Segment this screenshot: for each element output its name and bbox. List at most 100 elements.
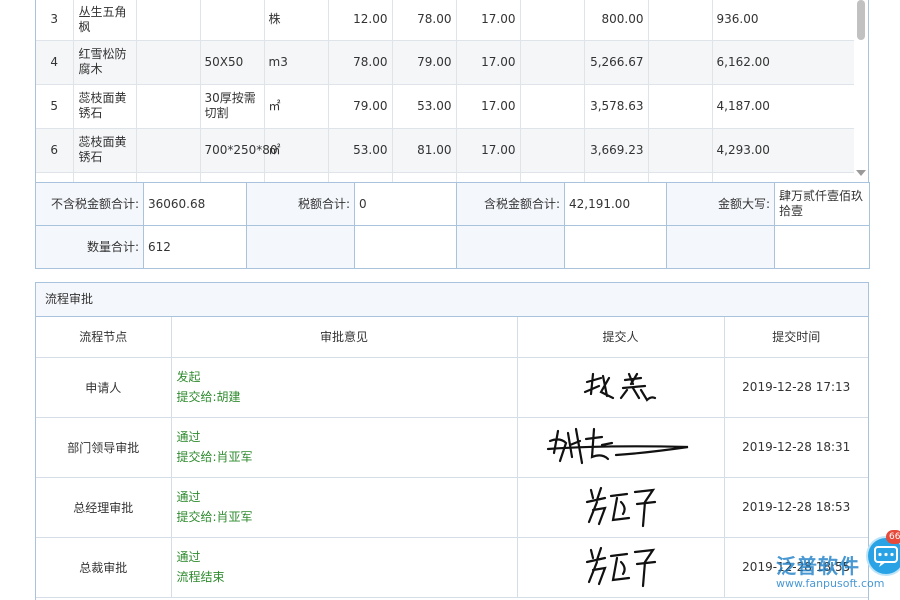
- row-number: 3: [36, 0, 73, 40]
- cell-blank: [520, 128, 584, 172]
- cell-blank: [565, 226, 667, 269]
- unit: ㎡: [264, 128, 328, 172]
- unit-price: 78.00: [392, 0, 456, 40]
- signature-image: [581, 368, 661, 404]
- brand-url: www.fanpusoft.com: [776, 577, 898, 590]
- flow-node: 总经理审批: [36, 477, 171, 537]
- cell-blank: [136, 40, 200, 84]
- unit-price: 81.00: [392, 128, 456, 172]
- header-opinion: 审批意见: [171, 317, 517, 357]
- chat-unread-badge: 66: [886, 530, 900, 544]
- signature-image: [583, 544, 659, 588]
- approval-row: 申请人 发起 提交给:胡建 2019-12-28 17:13: [36, 357, 868, 417]
- cell-blank: [648, 40, 712, 84]
- totals-table: 不含税金额合计: 36060.68 税额合计: 0 含税金额合计: 42,191…: [35, 182, 870, 269]
- submitter-signature: [517, 417, 724, 477]
- cell-blank: [136, 0, 200, 40]
- amount-excl-tax: 800.00: [584, 0, 648, 40]
- cell-blank: [136, 84, 200, 128]
- table-row-partial: [36, 172, 854, 182]
- row-number: 5: [36, 84, 73, 128]
- approval-opinion: 通过 流程结束: [171, 537, 517, 597]
- opinion-action: 发起: [177, 367, 517, 387]
- header-submitter: 提交人: [517, 317, 724, 357]
- header-node: 流程节点: [36, 317, 171, 357]
- submit-time: 2019-12-28 18:53: [724, 477, 868, 537]
- material-name: 蕊枝面黄锈石: [73, 128, 136, 172]
- cell-blank: [648, 0, 712, 40]
- cell-blank: [520, 84, 584, 128]
- opinion-target: 提交给:肖亚军: [177, 507, 517, 527]
- cell-blank: [520, 40, 584, 84]
- specification: 30厚按需切割: [200, 84, 264, 128]
- quantity: 53.00: [328, 128, 392, 172]
- tax-total-label: 税额合计:: [247, 183, 355, 226]
- scroll-down-arrow-icon[interactable]: [856, 170, 866, 176]
- tax-rate: 17.00: [456, 128, 520, 172]
- specification: 700*250*80: [200, 128, 264, 172]
- scrollbar-thumb[interactable]: [857, 0, 865, 40]
- material-name: 蕊枝面黄锈石: [73, 84, 136, 128]
- submit-time: 2019-12-28 18:31: [724, 417, 868, 477]
- incl-tax-total-label: 含税金额合计:: [457, 183, 565, 226]
- amount-uppercase-label: 金额大写:: [667, 183, 775, 226]
- flow-node: 申请人: [36, 357, 171, 417]
- tax-rate: 17.00: [456, 84, 520, 128]
- opinion-action: 通过: [177, 427, 517, 447]
- amount-excl-tax: 3,578.63: [584, 84, 648, 128]
- submitter-signature: [517, 357, 724, 417]
- approval-opinion: 发起 提交给:胡建: [171, 357, 517, 417]
- approval-row: 总经理审批 通过 提交给:肖亚军 2019-12-28 18:53: [36, 477, 868, 537]
- row-number: 4: [36, 40, 73, 84]
- unit-price: 53.00: [392, 84, 456, 128]
- header-time: 提交时间: [724, 317, 868, 357]
- approval-title: 流程审批: [36, 283, 868, 317]
- specification: 50X50: [200, 40, 264, 84]
- quantity-total-value: 612: [144, 226, 247, 269]
- amount-incl-tax: 6,162.00: [712, 40, 854, 84]
- tax-rate: 17.00: [456, 40, 520, 84]
- approval-row: 总裁审批 通过 流程结束 2019-12-28 18:55: [36, 537, 868, 597]
- flow-node: 部门领导审批: [36, 417, 171, 477]
- cell-blank: [775, 226, 870, 269]
- approval-row: 部门领导审批 通过 提交给:肖亚军 2019-12-28 18:31: [36, 417, 868, 477]
- cell-blank: [355, 226, 457, 269]
- cell-blank: [648, 128, 712, 172]
- opinion-action: 通过: [177, 547, 517, 567]
- approval-opinion: 通过 提交给:肖亚军: [171, 477, 517, 537]
- amount-incl-tax: 936.00: [712, 0, 854, 40]
- amount-uppercase-value: 肆万贰仟壹佰玖拾壹: [775, 183, 870, 226]
- approval-opinion: 通过 提交给:肖亚军: [171, 417, 517, 477]
- items-table-container: 3 丛生五角枫 株 12.00 78.00 17.00 800.00 936.0…: [35, 0, 869, 182]
- opinion-target: 流程结束: [177, 567, 517, 587]
- unit-price: 79.00: [392, 40, 456, 84]
- signature-image: [546, 423, 696, 469]
- table-row[interactable]: 4 红雪松防腐木 50X50 m3 78.00 79.00 17.00 5,26…: [36, 40, 854, 84]
- amount-excl-tax: 3,669.23: [584, 128, 648, 172]
- tax-rate: 17.00: [456, 0, 520, 40]
- quantity-total-label: 数量合计:: [36, 226, 144, 269]
- cell-blank: [457, 226, 565, 269]
- amount-incl-tax: 4,187.00: [712, 84, 854, 128]
- incl-tax-total-value: 42,191.00: [565, 183, 667, 226]
- material-name: 红雪松防腐木: [73, 40, 136, 84]
- amount-excl-tax: 5,266.67: [584, 40, 648, 84]
- opinion-action: 通过: [177, 487, 517, 507]
- items-table: 3 丛生五角枫 株 12.00 78.00 17.00 800.00 936.0…: [36, 0, 855, 182]
- quantity: 78.00: [328, 40, 392, 84]
- table-row[interactable]: 3 丛生五角枫 株 12.00 78.00 17.00 800.00 936.0…: [36, 0, 854, 40]
- approval-table: 流程节点 审批意见 提交人 提交时间 申请人 发起 提交给:胡建 2019-12…: [36, 317, 868, 598]
- amount-incl-tax: 4,293.00: [712, 128, 854, 172]
- cell-blank: [667, 226, 775, 269]
- pretax-total-label: 不含税金额合计:: [36, 183, 144, 226]
- unit: 株: [264, 0, 328, 40]
- material-name: 丛生五角枫: [73, 0, 136, 40]
- cell-blank: [247, 226, 355, 269]
- table-row[interactable]: 5 蕊枝面黄锈石 30厚按需切割 ㎡ 79.00 53.00 17.00 3,5…: [36, 84, 854, 128]
- submitter-signature: [517, 477, 724, 537]
- table-row[interactable]: 6 蕊枝面黄锈石 700*250*80 ㎡ 53.00 81.00 17.00 …: [36, 128, 854, 172]
- flow-node: 总裁审批: [36, 537, 171, 597]
- submitter-signature: [517, 537, 724, 597]
- cell-blank: [648, 84, 712, 128]
- quantity: 12.00: [328, 0, 392, 40]
